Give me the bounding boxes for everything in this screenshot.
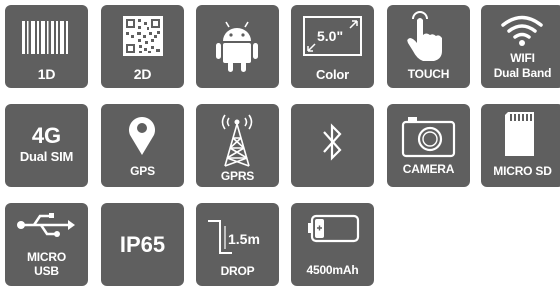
feature-label-bottom: USB (34, 264, 59, 278)
feature-tile-usb: MICRO USB (5, 203, 88, 286)
feature-tile-1d: 1D (5, 5, 88, 88)
feature-label: GPRS (220, 169, 255, 183)
feature-tile-gps: GPS (101, 104, 184, 187)
feature-tile-bluetooth (291, 104, 374, 187)
screen-size-value: 5.0" (317, 28, 344, 44)
feature-label: MICRO SD (493, 164, 552, 178)
android-icon (216, 21, 258, 72)
feature-label-bottom: Dual Band (493, 66, 552, 80)
feature-label-top: MICRO (27, 250, 66, 264)
drop-height: 1.5m (228, 231, 260, 247)
feature-tile-battery: 4500mAh (291, 203, 374, 286)
feature-label-top: WIFI (510, 51, 535, 65)
feature-label: 2D (133, 66, 152, 82)
feature-tile-ip65: IP65 (101, 203, 184, 286)
feature-tile-microsd: MICRO SD (481, 104, 560, 187)
feature-label: TOUCH (407, 67, 450, 81)
feature-label: GPS (130, 164, 155, 178)
feature-tile-gprs: GPRS (196, 104, 279, 187)
feature-tile-wifi: WIFI Dual Band (481, 5, 560, 88)
feature-tile-2d: 2D (101, 5, 184, 88)
feature-label: Dual SIM (19, 149, 74, 164)
ip-rating: IP65 (119, 232, 166, 257)
feature-tile-touch: TOUCH (387, 5, 470, 88)
feature-label: Color (316, 67, 349, 82)
feature-tile-camera: CAMERA (387, 104, 470, 187)
feature-tile-display: 5.0" Color (291, 5, 374, 88)
feature-label: DROP (220, 264, 255, 278)
network-value: 4G (31, 123, 62, 148)
feature-tile-android (196, 5, 279, 88)
feature-label: 4500mAh (306, 263, 359, 277)
feature-label: 1D (37, 66, 56, 82)
feature-tile-4g: 4G Dual SIM (5, 104, 88, 187)
feature-label: CAMERA (402, 162, 455, 176)
bluetooth-icon (323, 123, 342, 161)
feature-tile-drop: 1.5m DROP (196, 203, 279, 286)
